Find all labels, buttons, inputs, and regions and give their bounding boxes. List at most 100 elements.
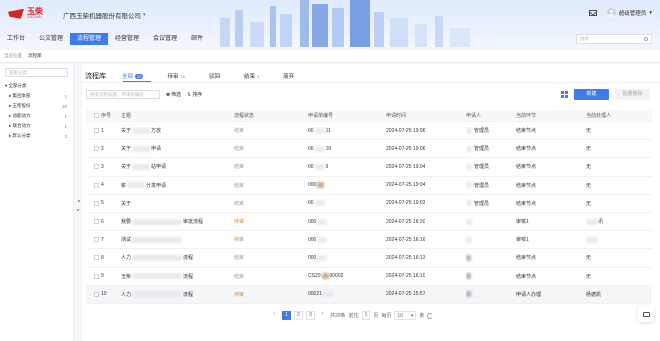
row-checkbox[interactable] <box>94 128 99 134</box>
code-start: 000 <box>308 218 317 225</box>
row-checkbox[interactable] <box>94 164 99 170</box>
tree-item[interactable]: ▾ 全部分类 <box>0 81 73 91</box>
redacted-text <box>132 254 183 261</box>
row-select[interactable] <box>94 286 99 303</box>
search-icon[interactable] <box>644 37 648 41</box>
nav-item[interactable]: 公文管理 <box>32 33 70 45</box>
table-row[interactable]: 5 关于 结束 00 2024-07-25 19:03 管理员 结束节点 无 <box>86 195 652 213</box>
tree-item[interactable]: ▸ 集团本部 1 <box>0 91 73 101</box>
batch-delete-button[interactable]: 批量删除 <box>615 89 650 100</box>
page-number-button[interactable]: 3 <box>306 311 315 320</box>
page-number-button[interactable]: 1 <box>282 311 291 320</box>
table-row[interactable]: 2 关于 申请 结束 00 10 2024-07-25 19:06 管理员 结束节点 无 <box>86 140 652 159</box>
table-row[interactable]: 3 关于 站申请 结束 00 9 2024-07-25 19:04 管理员 结束节点 无 <box>86 158 652 177</box>
goto-page-input[interactable]: 1 <box>361 311 371 320</box>
tab-item[interactable]: 驳回 <box>209 72 220 80</box>
current-node: 结束节点 <box>516 182 537 189</box>
filter-button[interactable]: 筛选 <box>166 91 181 98</box>
row-title[interactable]: 关于 <box>121 195 133 212</box>
request-code: 000 <box>308 177 325 194</box>
row-select[interactable] <box>94 249 99 266</box>
row-checkbox[interactable] <box>94 273 99 279</box>
row-number: 3 <box>101 163 104 170</box>
category-search-input[interactable]: 搜索分类 <box>5 68 68 77</box>
table-row[interactable]: 1 关于 方放 结束 00 11 2024-07-25 19:06 管理员 结束节点 无 <box>86 122 652 141</box>
expand-right-icon[interactable]: ▸ <box>77 205 80 213</box>
mail-icon[interactable] <box>588 9 597 16</box>
nav-item[interactable]: 流程管理 <box>70 33 109 45</box>
sort-button[interactable]: ⇅ 排序 <box>187 91 202 99</box>
refresh-icon[interactable] <box>427 312 434 319</box>
nav-item[interactable]: 工作台 <box>0 33 32 45</box>
grid-view-icon[interactable] <box>561 91 568 98</box>
row-title[interactable]: 人力 流程 <box>121 286 193 303</box>
code-start: 00021 <box>308 291 322 298</box>
row-title[interactable]: 薪 分发申请 <box>121 177 166 194</box>
brand-logo[interactable]: 玉柴 YUCHAI <box>8 8 43 20</box>
new-button[interactable]: 新建 <box>574 89 609 100</box>
row-checkbox[interactable] <box>94 291 99 297</box>
row-title[interactable]: 玉柴 流程 <box>121 268 193 285</box>
handler-name: 讯 <box>598 219 604 226</box>
flow-search-input[interactable]: 搜索流程标题、申请单编号 <box>86 90 160 99</box>
row-checkbox[interactable] <box>94 237 99 243</box>
tree-item[interactable]: ▸ 联合动力 1 <box>0 121 73 131</box>
redacted-text <box>317 182 325 189</box>
row-select[interactable] <box>94 231 99 248</box>
tab-item[interactable]: 废弃 <box>283 72 294 80</box>
next-page-button[interactable]: › <box>318 311 327 320</box>
row-checkbox[interactable] <box>94 255 99 261</box>
handler-name: 无 <box>586 164 592 171</box>
header-search-input[interactable]: 搜索 <box>576 34 652 44</box>
prev-page-button[interactable]: ‹ <box>270 311 279 320</box>
user-menu[interactable]: 超级管理员 ▾ <box>606 8 652 17</box>
row-checkbox[interactable] <box>94 182 99 188</box>
table-row[interactable]: 9 玉柴 流程 结束 CS20 00002 2024-07-25 16:10 结束节点 无 <box>86 268 652 286</box>
filter-label: 筛选 <box>171 92 182 98</box>
breadcrumb: 当前位置 流程库 <box>0 50 660 63</box>
select-all-checkbox[interactable] <box>94 112 99 118</box>
redacted-text <box>132 163 151 170</box>
row-select[interactable] <box>94 122 99 139</box>
status-badge: 结束 <box>234 164 245 171</box>
message-float-button[interactable] <box>638 306 654 322</box>
row-title[interactable]: 关于 方放 <box>121 122 161 139</box>
row-title[interactable]: 我要 审批流程 <box>121 213 203 230</box>
company-switcher[interactable]: 广西玉柴机器股份有限公司 ▾ <box>63 10 146 20</box>
row-select[interactable] <box>94 158 99 175</box>
nav-item[interactable]: 会议管理 <box>146 33 184 45</box>
collapse-left-icon[interactable]: ◂ <box>77 196 80 204</box>
page-number-button[interactable]: 2 <box>294 311 303 320</box>
tab-count-badge: 29 <box>135 73 144 79</box>
row-title[interactable]: 关于 站申请 <box>121 158 166 175</box>
row-select[interactable] <box>94 268 99 285</box>
table-row[interactable]: 4 薪 分发申请 结束 000 2024-07-25 19:04 管理员 结束节点 无 <box>86 177 652 195</box>
nav-item[interactable]: 邮件 <box>184 33 210 45</box>
row-select[interactable] <box>94 213 99 230</box>
row-select[interactable] <box>94 140 99 157</box>
row-select[interactable] <box>94 195 99 212</box>
row-title[interactable]: 测试 <box>121 231 183 248</box>
row-select[interactable] <box>94 177 99 194</box>
row-title[interactable]: 关于 申请 <box>121 140 161 157</box>
row-checkbox[interactable] <box>94 219 99 225</box>
tree-item[interactable]: ▸ 动能动力 1 <box>0 111 73 121</box>
tab-item[interactable]: 结束 3 <box>244 72 259 81</box>
tab-item[interactable]: 全部 29 <box>122 72 144 80</box>
row-title[interactable]: 人力 流程 <box>121 249 193 266</box>
table-row[interactable]: 10 人力 流程 待审 00021 2024-07-25 15:57 申请人办理 杨德凯 <box>86 285 652 304</box>
nav-item[interactable]: 经营管理 <box>108 33 146 45</box>
row-checkbox[interactable] <box>94 146 99 152</box>
table-row[interactable]: 8 人力 流程 结束 000 2024-07-25 16:13 结束节点 无 <box>86 249 652 268</box>
header-select-all[interactable] <box>94 109 99 121</box>
tab-item[interactable]: 待审 26 <box>167 72 184 81</box>
tree-item[interactable]: ▸ 玉柴股份 26 <box>0 101 73 111</box>
per-page-select[interactable]: 10 ▾ <box>394 311 417 320</box>
tree-item[interactable]: ▸ 默认分类 3 <box>0 131 73 141</box>
title-end: 审批流程 <box>183 219 204 226</box>
breadcrumb-parent[interactable]: 当前位置 <box>4 53 22 59</box>
request-code: 00 <box>308 195 326 212</box>
table-row[interactable]: 6 我要 审批流程 待审 000 2024-07-25 16:20 审核1 讯 <box>86 213 652 232</box>
table-row[interactable]: 7 测试 待审 000 2024-07-25 16:16 审核1 <box>86 231 652 250</box>
row-checkbox[interactable] <box>94 200 99 206</box>
